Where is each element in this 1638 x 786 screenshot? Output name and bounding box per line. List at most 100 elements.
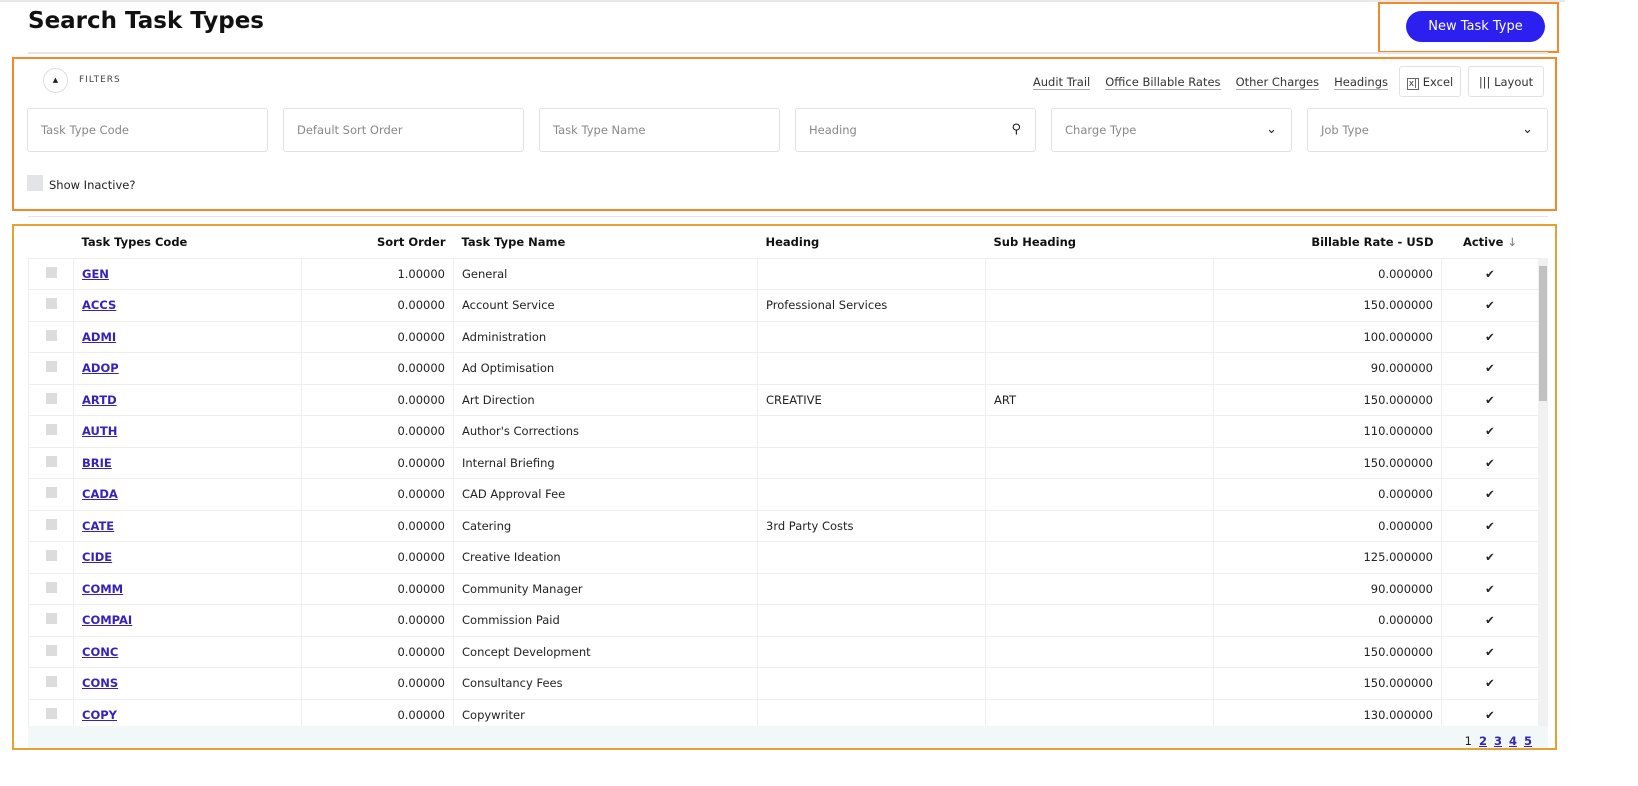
table-row[interactable]: CONC 0.00000 Concept Development 150.000000…	[28, 635, 1539, 668]
row-checkbox[interactable]	[45, 613, 57, 625]
task-type-code-input[interactable]: Task Type Code	[27, 108, 268, 152]
other-charges-link[interactable]: Other Charges	[1235, 75, 1320, 90]
task-code-link[interactable]: COMM	[82, 582, 123, 596]
table-row[interactable]: CONS 0.00000 Consultancy Fees 150.000000 ✔	[28, 667, 1539, 700]
cell-sub-heading	[985, 257, 1214, 290]
col-active[interactable]: Active ↓	[1442, 226, 1539, 258]
heading-input[interactable]: Heading ⚲	[795, 108, 1036, 152]
task-code-link[interactable]: ADOP	[82, 361, 119, 375]
page-link[interactable]: 2	[1479, 734, 1487, 748]
row-checkbox[interactable]	[45, 487, 57, 499]
table-row[interactable]: BRIE 0.00000 Internal Briefing 150.000000 ✔	[28, 446, 1539, 479]
row-select-cell	[28, 257, 74, 290]
excel-button[interactable]: x| Excel	[1399, 66, 1461, 97]
table-row[interactable]: ADMI 0.00000 Administration 100.000000 ✔	[28, 320, 1539, 353]
office-billable-rates-link[interactable]: Office Billable Rates	[1105, 75, 1221, 90]
sort-arrow-icon: ↓	[1507, 234, 1518, 249]
row-checkbox[interactable]	[45, 266, 57, 278]
row-checkbox[interactable]	[45, 550, 57, 562]
task-code-link[interactable]: CATE	[82, 519, 114, 533]
table-row[interactable]: CATE 0.00000 Catering 3rd Party Costs 0.0000…	[28, 509, 1539, 542]
page-link[interactable]: 3	[1494, 734, 1502, 748]
task-code-link[interactable]: ARTD	[82, 393, 117, 407]
check-icon: ✔	[1485, 298, 1495, 313]
row-checkbox[interactable]	[45, 361, 57, 373]
col-billable-rate[interactable]: Billable Rate - USD	[1214, 226, 1442, 258]
cell-sort-order: 0.00000	[301, 415, 454, 448]
new-task-type-button[interactable]: New Task Type	[1406, 11, 1545, 42]
row-checkbox[interactable]	[45, 392, 57, 404]
task-type-name-input[interactable]: Task Type Name	[539, 108, 780, 152]
cell-sort-order: 0.00000	[301, 446, 454, 479]
col-sort-order[interactable]: Sort Order	[302, 226, 454, 258]
table-row[interactable]: ACCS 0.00000 Account Service Professional S…	[28, 289, 1539, 322]
cell-sort-order: 1.00000	[301, 257, 454, 290]
table-row[interactable]: CIDE 0.00000 Creative Ideation 125.000000 ✔	[28, 541, 1539, 574]
job-type-select[interactable]: Job Type ⌄	[1307, 108, 1548, 152]
check-icon: ✔	[1485, 676, 1495, 691]
row-checkbox[interactable]	[45, 298, 57, 310]
cell-billable-rate: 0.000000	[1213, 257, 1442, 290]
task-code-link[interactable]: CONC	[82, 645, 118, 659]
cell-code: CADA	[73, 478, 302, 511]
col-heading[interactable]: Heading	[758, 226, 986, 258]
table-row[interactable]: CADA 0.00000 CAD Approval Fee 0.000000 ✔	[28, 478, 1539, 511]
row-checkbox[interactable]	[45, 581, 57, 593]
headings-link[interactable]: Headings	[1334, 75, 1388, 90]
task-code-link[interactable]: GEN	[82, 267, 109, 281]
cell-active: ✔	[1441, 257, 1539, 290]
table-row[interactable]: ARTD 0.00000 Art Direction CREATIVE ART 150.0…	[28, 383, 1539, 416]
divider	[28, 216, 1548, 217]
page-link[interactable]: 4	[1509, 734, 1517, 748]
task-code-link[interactable]: CIDE	[82, 550, 112, 564]
check-icon: ✔	[1485, 266, 1495, 281]
layout-button[interactable]: ||| Layout	[1468, 66, 1544, 97]
task-code-link[interactable]: AUTH	[82, 424, 117, 438]
row-checkbox[interactable]	[45, 676, 57, 688]
table-row[interactable]: COMM 0.00000 Community Manager 90.000000 ✔	[28, 572, 1539, 605]
default-sort-order-input[interactable]: Default Sort Order	[283, 108, 524, 152]
page-link[interactable]: 5	[1524, 734, 1532, 748]
collapse-filters-button[interactable]: ▲	[43, 68, 68, 93]
col-sub-heading[interactable]: Sub Heading	[986, 226, 1214, 258]
cell-heading	[757, 320, 986, 353]
charge-type-select[interactable]: Charge Type ⌄	[1051, 108, 1292, 152]
cell-name: Catering	[453, 509, 758, 542]
row-checkbox[interactable]	[45, 518, 57, 530]
row-checkbox[interactable]	[45, 455, 57, 467]
table-row[interactable]: ADOP 0.00000 Ad Optimisation 90.000000 ✔	[28, 352, 1539, 385]
row-checkbox[interactable]	[45, 644, 57, 656]
charge-type-placeholder: Charge Type	[1065, 123, 1137, 137]
scrollbar-thumb[interactable]	[1539, 266, 1547, 401]
cell-sort-order: 0.00000	[301, 541, 454, 574]
search-icon[interactable]: ⚲	[1011, 109, 1021, 151]
task-code-link[interactable]: COMPAI	[82, 613, 132, 627]
task-code-link[interactable]: COPY	[82, 708, 117, 722]
check-icon: ✔	[1485, 581, 1495, 596]
table-row[interactable]: AUTH 0.00000 Author's Corrections 110.00000…	[28, 415, 1539, 448]
table-row[interactable]: GEN 1.00000 General 0.000000 ✔	[28, 257, 1539, 290]
row-checkbox[interactable]	[45, 424, 57, 436]
task-code-link[interactable]: ADMI	[82, 330, 116, 344]
task-code-link[interactable]: BRIE	[82, 456, 112, 470]
cell-heading: 3rd Party Costs	[757, 509, 986, 542]
col-code[interactable]: Task Types Code	[74, 226, 302, 258]
table-footer: 1 2 3 4 5	[28, 726, 1548, 748]
row-checkbox[interactable]	[45, 707, 57, 719]
task-code-link[interactable]: CONS	[82, 676, 118, 690]
check-icon: ✔	[1485, 424, 1495, 439]
show-inactive-label: Show Inactive?	[49, 178, 136, 192]
heading-placeholder: Heading	[809, 123, 857, 137]
table-row[interactable]: COMPAI 0.00000 Commission Paid 0.000000 ✔	[28, 604, 1539, 637]
cell-name: General	[453, 257, 758, 290]
audit-trail-link[interactable]: Audit Trail	[1032, 75, 1091, 90]
col-name[interactable]: Task Type Name	[454, 226, 758, 258]
task-code-link[interactable]: CADA	[82, 487, 118, 501]
cell-sort-order: 0.00000	[301, 572, 454, 605]
scrollbar[interactable]	[1538, 258, 1548, 726]
cell-sort-order: 0.00000	[301, 635, 454, 668]
row-checkbox[interactable]	[45, 329, 57, 341]
task-code-link[interactable]: ACCS	[82, 298, 116, 312]
show-inactive-checkbox[interactable]	[27, 175, 43, 191]
check-icon: ✔	[1485, 550, 1495, 565]
